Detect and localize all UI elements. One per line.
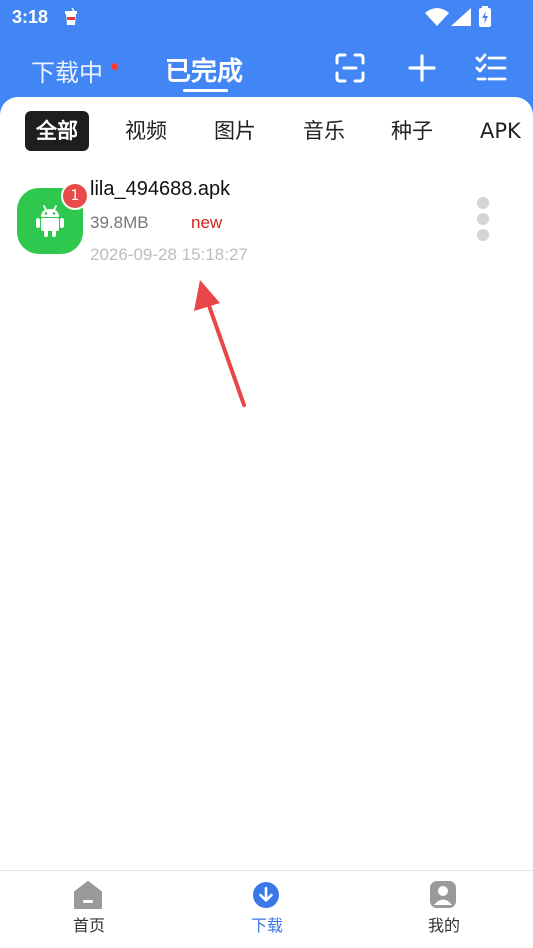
cup-icon xyxy=(65,8,77,25)
scan-icon[interactable] xyxy=(334,52,366,84)
home-icon xyxy=(74,881,102,909)
filter-apk[interactable]: APK xyxy=(480,111,521,151)
content-panel: 全部 视频 图片 音乐 种子 APK 1 lila_494688.apk 39.… xyxy=(0,97,533,872)
more-dot-icon xyxy=(477,213,489,225)
filter-image[interactable]: 图片 xyxy=(214,111,256,151)
wifi-icon xyxy=(425,8,449,26)
nav-download[interactable]: 下载 xyxy=(207,871,327,948)
filter-bar: 全部 视频 图片 音乐 种子 APK xyxy=(0,111,533,151)
filter-music[interactable]: 音乐 xyxy=(303,111,345,151)
tab-completed[interactable]: 已完成 xyxy=(165,51,243,88)
nav-home[interactable]: 首页 xyxy=(29,871,149,948)
filter-torrent[interactable]: 种子 xyxy=(391,111,433,151)
nav-label: 我的 xyxy=(427,916,460,935)
more-dot-icon xyxy=(477,229,489,241)
count-badge: 1 xyxy=(61,182,89,210)
tab-indicator xyxy=(183,89,228,92)
battery-icon xyxy=(479,6,491,27)
new-tag: new xyxy=(191,213,223,232)
signal-icon xyxy=(451,8,471,26)
nav-profile[interactable]: 我的 xyxy=(384,871,504,948)
header: 下载中 已完成 xyxy=(0,36,533,98)
download-icon xyxy=(253,882,279,908)
tab-downloading[interactable]: 下载中 xyxy=(31,53,103,88)
status-time: 3:18 xyxy=(12,7,49,27)
more-dot-icon xyxy=(477,197,489,209)
profile-icon xyxy=(430,881,456,908)
android-icon xyxy=(36,205,64,237)
file-timestamp: 2026-09-28 15:18:27 xyxy=(90,245,248,264)
file-size: 39.8MB xyxy=(90,213,149,232)
unread-dot xyxy=(111,63,118,70)
status-bar: 3:18 xyxy=(0,0,533,36)
nav-label: 首页 xyxy=(72,916,105,935)
filter-all[interactable]: 全部 xyxy=(25,111,89,151)
nav-label: 下载 xyxy=(250,916,283,935)
checklist-icon[interactable] xyxy=(474,52,508,84)
add-icon[interactable] xyxy=(406,52,438,84)
filter-video[interactable]: 视频 xyxy=(125,111,167,151)
more-options-button[interactable] xyxy=(470,194,496,244)
list-item[interactable]: 1 lila_494688.apk 39.8MB new 2026-09-28 … xyxy=(0,172,533,282)
file-name: lila_494688.apk xyxy=(90,178,231,200)
bottom-nav: 首页 下载 我的 xyxy=(0,870,533,948)
annotation-arrow-icon xyxy=(194,280,246,407)
